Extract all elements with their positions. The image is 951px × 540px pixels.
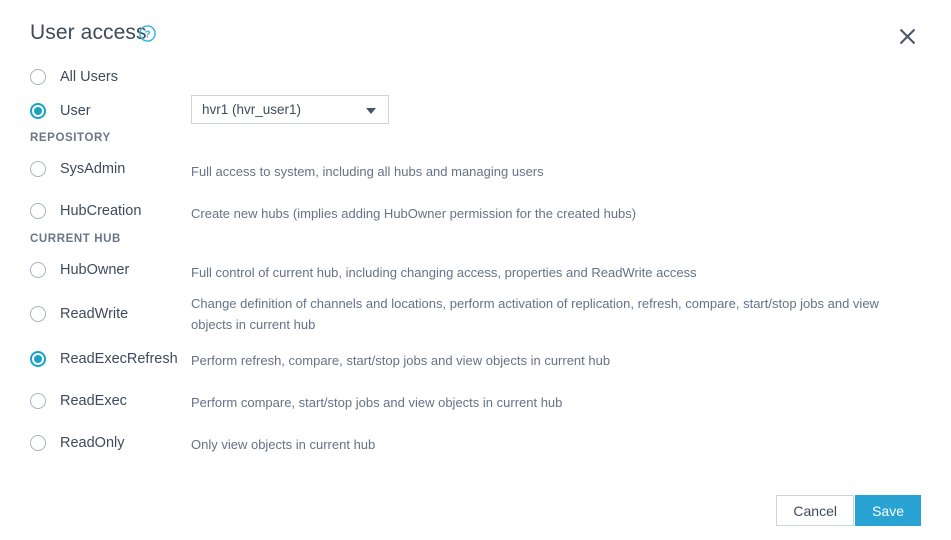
description-readexecrefresh: Perform refresh, compare, start/stop job… bbox=[191, 353, 611, 368]
radio-label-readexecrefresh[interactable]: ReadExecRefresh bbox=[60, 349, 178, 369]
radio-row-user[interactable]: User bbox=[30, 101, 91, 121]
radio-row-hubowner[interactable]: HubOwner bbox=[30, 260, 129, 280]
section-label-current-hub: CURRENT HUB bbox=[30, 233, 121, 245]
radio-label-all-users[interactable]: All Users bbox=[60, 67, 118, 87]
radio-row-all-users[interactable]: All Users bbox=[30, 67, 118, 87]
save-button[interactable]: Save bbox=[855, 495, 921, 526]
description-readonly: Only view objects in current hub bbox=[191, 437, 376, 452]
radio-readexecrefresh[interactable] bbox=[30, 351, 46, 367]
dialog-footer: Cancel Save bbox=[0, 470, 951, 540]
description-sysadmin: Full access to system, including all hub… bbox=[191, 164, 544, 179]
radio-sysadmin[interactable] bbox=[30, 161, 46, 177]
radio-row-hubcreation[interactable]: HubCreation bbox=[30, 201, 141, 221]
section-label-repository: REPOSITORY bbox=[30, 132, 111, 144]
radio-label-hubcreation[interactable]: HubCreation bbox=[60, 201, 141, 221]
radio-row-readexec[interactable]: ReadExec bbox=[30, 391, 127, 411]
help-circle-icon[interactable]: ? bbox=[139, 25, 156, 42]
radio-user[interactable] bbox=[30, 103, 46, 119]
radio-readonly[interactable] bbox=[30, 435, 46, 451]
cancel-button[interactable]: Cancel bbox=[776, 495, 854, 526]
page-title: User access bbox=[30, 21, 147, 44]
dialog-header: User access ? bbox=[0, 0, 951, 62]
radio-row-readexecrefresh[interactable]: ReadExecRefresh bbox=[30, 349, 178, 369]
radio-hubowner[interactable] bbox=[30, 262, 46, 278]
radio-label-readwrite[interactable]: ReadWrite bbox=[60, 304, 128, 324]
radio-readexec[interactable] bbox=[30, 393, 46, 409]
svg-text:?: ? bbox=[144, 29, 150, 40]
user-access-dialog: User access ? All Users User hvr1 (hvr_u… bbox=[0, 0, 951, 540]
user-select[interactable]: hvr1 (hvr_user1) bbox=[191, 95, 389, 124]
radio-hubcreation[interactable] bbox=[30, 203, 46, 219]
description-hubcreation: Create new hubs (implies adding HubOwner… bbox=[191, 206, 637, 221]
radio-row-readonly[interactable]: ReadOnly bbox=[30, 433, 124, 453]
user-select-value: hvr1 (hvr_user1) bbox=[202, 102, 302, 117]
radio-label-user[interactable]: User bbox=[60, 101, 91, 121]
description-readwrite: Change definition of channels and locati… bbox=[191, 296, 879, 332]
radio-label-readexec[interactable]: ReadExec bbox=[60, 391, 127, 411]
dialog-body: All Users User hvr1 (hvr_user1) REPOSITO… bbox=[0, 62, 951, 470]
radio-readwrite[interactable] bbox=[30, 306, 46, 322]
radio-label-readonly[interactable]: ReadOnly bbox=[60, 433, 124, 453]
close-icon[interactable] bbox=[895, 24, 919, 48]
radio-label-sysadmin[interactable]: SysAdmin bbox=[60, 159, 125, 179]
description-hubowner: Full control of current hub, including c… bbox=[191, 265, 697, 280]
radio-row-readwrite[interactable]: ReadWrite bbox=[30, 304, 128, 324]
radio-row-sysadmin[interactable]: SysAdmin bbox=[30, 159, 125, 179]
chevron-down-icon bbox=[366, 107, 376, 114]
description-readexec: Perform compare, start/stop jobs and vie… bbox=[191, 395, 563, 410]
radio-all-users[interactable] bbox=[30, 69, 46, 85]
radio-label-hubowner[interactable]: HubOwner bbox=[60, 260, 129, 280]
